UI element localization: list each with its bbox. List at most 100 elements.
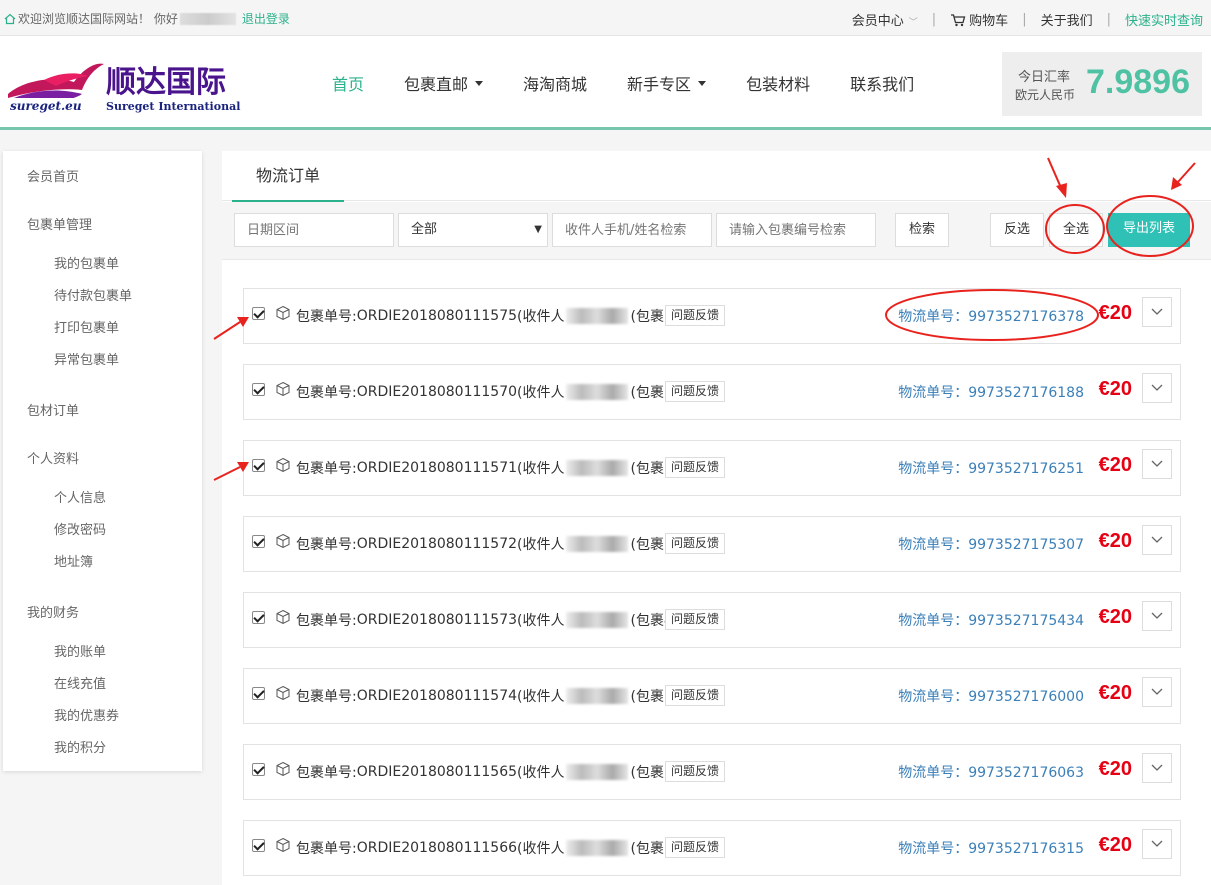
- logo-cn-text: 顺达国际: [106, 65, 226, 100]
- select-all-button[interactable]: 全选: [1049, 213, 1103, 247]
- top-bar: 欢迎浏览顺达国际网站！ 你好 退出登录 会员中心 ﹀ | 购物车 | 关于我们 |…: [0, 0, 1211, 36]
- about-link[interactable]: 关于我们: [1041, 10, 1093, 29]
- recipient-name-blurred: [566, 384, 629, 400]
- sidebar-section-parcels[interactable]: 包裹单管理: [27, 214, 92, 233]
- feedback-button[interactable]: 问题反馈: [665, 685, 726, 706]
- recipient-search-input[interactable]: [552, 213, 712, 247]
- date-range-input[interactable]: [234, 213, 394, 247]
- recipient-name-blurred: [566, 460, 629, 476]
- order-checkbox[interactable]: [252, 307, 265, 320]
- cart-link[interactable]: 购物车: [950, 10, 1008, 29]
- order-info: 包裹单号: ORDIE2018080111571 (收件人 (包裹2): [296, 458, 678, 478]
- sidebar-item-coupons[interactable]: 我的优惠券: [54, 705, 119, 724]
- rate-sub-label: 欧元人民币: [1015, 88, 1076, 102]
- order-row: 包裹单号: ORDIE2018080111572 (收件人 (包裹3) 问题反馈 物流单号…: [243, 516, 1181, 572]
- sidebar-item-personal-info[interactable]: 个人信息: [54, 487, 106, 506]
- sidebar-item-recharge[interactable]: 在线充值: [54, 673, 106, 692]
- tracking-number: 9973527176315: [968, 841, 1084, 857]
- quick-query-link[interactable]: 快速实时查询: [1125, 10, 1203, 29]
- order-info: 包裹单号: ORDIE2018080111572 (收件人 (包裹3): [296, 534, 678, 554]
- logout-link[interactable]: 退出登录: [242, 10, 290, 27]
- sidebar-item-my-bills[interactable]: 我的账单: [54, 641, 106, 660]
- sidebar-item-address-book[interactable]: 地址簿: [54, 551, 93, 570]
- order-checkbox[interactable]: [252, 763, 265, 776]
- site-logo[interactable]: sureget.eu 顺达国际 Sureget International: [4, 54, 250, 116]
- tracking-info[interactable]: 物流单号：9973527176063: [898, 762, 1084, 782]
- order-checkbox[interactable]: [252, 459, 265, 472]
- expand-button[interactable]: [1142, 297, 1172, 327]
- feedback-button[interactable]: 问题反馈: [665, 761, 726, 782]
- expand-button[interactable]: [1142, 373, 1172, 403]
- sidebar-section-profile[interactable]: 个人资料: [27, 448, 79, 467]
- parcel-prefix: 包裹单号:: [296, 537, 357, 553]
- expand-button[interactable]: [1142, 829, 1172, 859]
- order-info: 包裹单号: ORDIE2018080111566 (收件人 (包裹2): [296, 838, 678, 858]
- expand-button[interactable]: [1142, 601, 1172, 631]
- member-center-label: 会员中心: [851, 14, 904, 29]
- tracking-info[interactable]: 物流单号：9973527175434: [898, 610, 1084, 630]
- expand-button[interactable]: [1142, 449, 1172, 479]
- sidebar-section-material-orders[interactable]: 包材订单: [27, 400, 79, 419]
- package-icon: [276, 685, 290, 701]
- search-button[interactable]: 检索: [895, 213, 949, 247]
- order-checkbox[interactable]: [252, 687, 265, 700]
- nav-beginner[interactable]: 新手专区: [627, 71, 707, 95]
- tracking-prefix: 物流单号：: [898, 765, 969, 781]
- sidebar-section-finance[interactable]: 我的财务: [27, 602, 79, 621]
- parcel-id: ORDIE2018080111574: [356, 688, 518, 704]
- tab-logistics-orders[interactable]: 物流订单: [232, 151, 344, 203]
- parcel-prefix: 包裹单号:: [296, 841, 357, 857]
- tracking-info[interactable]: 物流单号：9973527176378: [898, 306, 1084, 326]
- order-price: €20: [1098, 758, 1132, 780]
- expand-button[interactable]: [1142, 525, 1172, 555]
- tracking-prefix: 物流单号：: [898, 613, 969, 629]
- parcel-id: ORDIE2018080111572: [356, 536, 518, 552]
- sidebar-item-pending-payment[interactable]: 待付款包裹单: [54, 285, 132, 304]
- parcel-search-input[interactable]: [716, 213, 876, 247]
- tracking-info[interactable]: 物流单号：9973527176000: [898, 686, 1084, 706]
- status-select-value: 全部: [411, 222, 438, 237]
- welcome-area: 欢迎浏览顺达国际网站！ 你好 退出登录: [4, 10, 290, 27]
- sidebar-item-points[interactable]: 我的积分: [54, 737, 106, 756]
- feedback-button[interactable]: 问题反馈: [665, 533, 726, 554]
- tracking-info[interactable]: 物流单号：9973527175307: [898, 534, 1084, 554]
- order-info: 包裹单号: ORDIE2018080111573 (收件人 (包裹4): [296, 610, 678, 630]
- order-checkbox[interactable]: [252, 535, 265, 548]
- expand-button[interactable]: [1142, 753, 1172, 783]
- nav-contact[interactable]: 联系我们: [850, 71, 914, 95]
- nav-packaging[interactable]: 包装材料: [746, 71, 810, 95]
- nav-parcel-direct[interactable]: 包裹直邮: [404, 71, 484, 95]
- nav-shop[interactable]: 海淘商城: [523, 71, 587, 95]
- invert-selection-button[interactable]: 反选: [990, 213, 1044, 247]
- feedback-button[interactable]: 问题反馈: [665, 381, 726, 402]
- sidebar-item-abnormal-parcels[interactable]: 异常包裹单: [54, 349, 119, 368]
- feedback-button[interactable]: 问题反馈: [665, 305, 726, 326]
- feedback-button[interactable]: 问题反馈: [665, 609, 726, 630]
- nav-shop-label: 海淘商城: [523, 75, 588, 94]
- expand-button[interactable]: [1142, 677, 1172, 707]
- chevron-down-icon: [1151, 764, 1163, 771]
- tracking-info[interactable]: 物流单号：9973527176251: [898, 458, 1084, 478]
- recipient-prefix: (收件人: [517, 461, 565, 477]
- order-checkbox[interactable]: [252, 839, 265, 852]
- sidebar-item-print-parcels[interactable]: 打印包裹单: [54, 317, 119, 336]
- sidebar-item-home[interactable]: 会员首页: [27, 166, 79, 185]
- tracking-prefix: 物流单号：: [898, 537, 969, 553]
- order-price: €20: [1098, 454, 1132, 476]
- tab-bar: 物流订单: [222, 151, 1211, 203]
- sidebar-item-change-password[interactable]: 修改密码: [54, 519, 106, 538]
- tracking-info[interactable]: 物流单号：9973527176188: [898, 382, 1084, 402]
- home-icon: [4, 13, 16, 24]
- nav-home[interactable]: 首页: [332, 71, 364, 95]
- order-checkbox[interactable]: [252, 383, 265, 396]
- order-checkbox[interactable]: [252, 611, 265, 624]
- status-select[interactable]: 全部 ▼: [398, 213, 548, 247]
- sidebar-item-my-parcels[interactable]: 我的包裹单: [54, 253, 119, 272]
- member-center-link[interactable]: 会员中心 ﹀: [852, 10, 918, 29]
- recipient-name-blurred: [566, 536, 629, 552]
- export-list-button[interactable]: 导出列表: [1108, 213, 1190, 247]
- tracking-info[interactable]: 物流单号：9973527176315: [898, 838, 1084, 858]
- feedback-button[interactable]: 问题反馈: [665, 457, 726, 478]
- feedback-button[interactable]: 问题反馈: [665, 837, 726, 858]
- order-price: €20: [1098, 682, 1132, 704]
